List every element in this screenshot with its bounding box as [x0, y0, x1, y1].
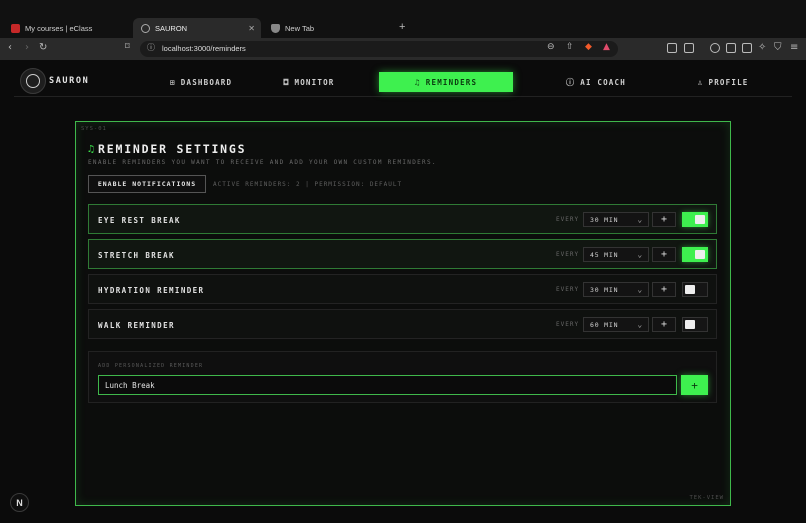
- share-icon[interactable]: ⇧: [566, 42, 574, 52]
- custom-reminder-input[interactable]: [98, 375, 677, 395]
- panel-subtitle: ENABLE REMINDERS YOU WANT TO RECEIVE AND…: [88, 159, 437, 166]
- nav-profile[interactable]: ♙ PROFILE: [656, 72, 790, 92]
- new-tab-button[interactable]: +: [399, 21, 405, 33]
- interval-select[interactable]: 60 MIN ⌄: [583, 317, 649, 332]
- bell-icon: ♫: [414, 77, 421, 87]
- zoom-icon[interactable]: ⊖: [547, 42, 555, 52]
- custom-interval-button[interactable]: +: [652, 247, 676, 262]
- chevron-down-icon: ⌄: [637, 250, 643, 259]
- reminder-name: EYE REST BREAK: [98, 216, 181, 225]
- globe-icon: [141, 23, 150, 33]
- tab-sauron[interactable]: SAURON ✕: [133, 18, 261, 38]
- brave-shields-icon[interactable]: ◆: [585, 42, 592, 52]
- add-reminder-label: ADD PERSONALIZED REMINDER: [98, 363, 204, 369]
- panel-system-label: SYS-01: [81, 126, 107, 132]
- reminder-toggle[interactable]: [682, 282, 708, 297]
- reminder-name: STRETCH BREAK: [98, 251, 175, 260]
- every-label: EVERY: [556, 321, 580, 328]
- app-brand: SAURON: [49, 76, 90, 86]
- reload-icon[interactable]: ↻: [39, 42, 47, 53]
- reminder-row-stretch: STRETCH BREAK EVERY 45 MIN ⌄ +: [88, 239, 717, 269]
- reader-icon[interactable]: [684, 43, 694, 53]
- back-icon[interactable]: ‹: [8, 42, 12, 53]
- panel-title: ♫ REMINDER SETTINGS: [88, 142, 246, 156]
- interval-select[interactable]: 30 MIN ⌄: [583, 212, 649, 227]
- reminder-row-walk: WALK REMINDER EVERY 60 MIN ⌄ +: [88, 309, 717, 339]
- nextjs-dev-badge-icon[interactable]: N: [10, 493, 29, 512]
- nav-label: MONITOR: [294, 77, 335, 87]
- bookmark-icon[interactable]: ⌑: [125, 42, 130, 52]
- chevron-down-icon: ⌄: [637, 215, 643, 224]
- reminder-toggle[interactable]: [682, 247, 708, 262]
- dashboard-grid-icon: ⊞: [169, 77, 176, 87]
- vpn-icon[interactable]: ⛉: [774, 42, 782, 53]
- reminder-settings-panel: SYS-01 ♫ REMINDER SETTINGS ENABLE REMIND…: [75, 121, 731, 506]
- nav-reminders[interactable]: ♫ REMINDERS: [379, 72, 513, 92]
- sauron-logo-icon[interactable]: [20, 68, 46, 94]
- info-circle-icon: ⓘ: [566, 77, 576, 87]
- reminder-toggle[interactable]: [682, 317, 708, 332]
- eclass-favicon-icon: [11, 23, 20, 33]
- nav-label: PROFILE: [708, 77, 749, 87]
- tab-search-icon[interactable]: [742, 43, 752, 53]
- wallet-icon[interactable]: [710, 43, 720, 53]
- panel-corner-label: TEK-VIEW: [689, 495, 724, 501]
- enable-notifications-button[interactable]: ENABLE NOTIFICATIONS: [88, 175, 206, 193]
- reminder-name: WALK REMINDER: [98, 321, 175, 330]
- tab-new-tab[interactable]: New Tab: [263, 18, 391, 38]
- every-label: EVERY: [556, 286, 580, 293]
- interval-value: 30 MIN: [590, 215, 619, 224]
- custom-interval-button[interactable]: +: [652, 212, 676, 227]
- close-tab-icon[interactable]: ✕: [248, 24, 255, 33]
- chevron-down-icon: ⌄: [637, 320, 643, 329]
- menu-icon[interactable]: ≡: [790, 42, 798, 53]
- every-label: EVERY: [556, 216, 580, 223]
- add-reminder-section: ADD PERSONALIZED REMINDER +: [88, 351, 717, 403]
- interval-select[interactable]: 45 MIN ⌄: [583, 247, 649, 262]
- brave-rewards-icon[interactable]: ▲: [603, 42, 610, 52]
- interval-select[interactable]: 30 MIN ⌄: [583, 282, 649, 297]
- interval-value: 45 MIN: [590, 250, 619, 259]
- reminder-status-text: ACTIVE REMINDERS: 2 | PERMISSION: DEFAUL…: [213, 181, 403, 188]
- add-reminder-button[interactable]: +: [681, 375, 708, 395]
- tab-label: New Tab: [285, 23, 315, 33]
- brave-lion-icon: [271, 23, 280, 33]
- custom-interval-button[interactable]: +: [652, 282, 676, 297]
- interval-value: 60 MIN: [590, 320, 619, 329]
- every-label: EVERY: [556, 251, 580, 258]
- site-info-icon[interactable]: ⓘ: [147, 42, 155, 53]
- nav-label: DASHBOARD: [180, 77, 233, 87]
- interval-value: 30 MIN: [590, 285, 619, 294]
- tab-label: SAURON: [155, 23, 188, 33]
- bell-icon: ♫: [88, 143, 95, 155]
- reminder-toggle[interactable]: [682, 212, 708, 227]
- tab-label: My courses | eClass: [25, 23, 93, 33]
- sidebar-icon[interactable]: [726, 43, 736, 53]
- chevron-down-icon: ⌄: [637, 285, 643, 294]
- nav-label: AI COACH: [580, 77, 626, 87]
- app-nav-bar: SAURON ⊞ DASHBOARD ◘ MONITOR ♫ REMINDERS…: [14, 66, 792, 97]
- leo-ai-icon[interactable]: ✧: [758, 42, 766, 53]
- panel-title-text: REMINDER SETTINGS: [98, 142, 247, 156]
- nav-monitor[interactable]: ◘ MONITOR: [242, 72, 376, 92]
- reminder-row-eye-rest: EYE REST BREAK EVERY 30 MIN ⌄ +: [88, 204, 717, 234]
- forward-icon[interactable]: ›: [25, 42, 29, 53]
- camera-icon: ◘: [283, 77, 290, 87]
- tab-eclass[interactable]: My courses | eClass: [3, 18, 131, 38]
- user-icon: ♙: [697, 77, 704, 87]
- reminder-row-hydration: HYDRATION REMINDER EVERY 30 MIN ⌄ +: [88, 274, 717, 304]
- extensions-icon[interactable]: [667, 43, 677, 53]
- custom-interval-button[interactable]: +: [652, 317, 676, 332]
- reminder-name: HYDRATION REMINDER: [98, 286, 205, 295]
- nav-ai-coach[interactable]: ⓘ AI COACH: [529, 72, 663, 92]
- url-text[interactable]: localhost:3000/reminders: [162, 44, 246, 53]
- nav-label: REMINDERS: [425, 77, 478, 87]
